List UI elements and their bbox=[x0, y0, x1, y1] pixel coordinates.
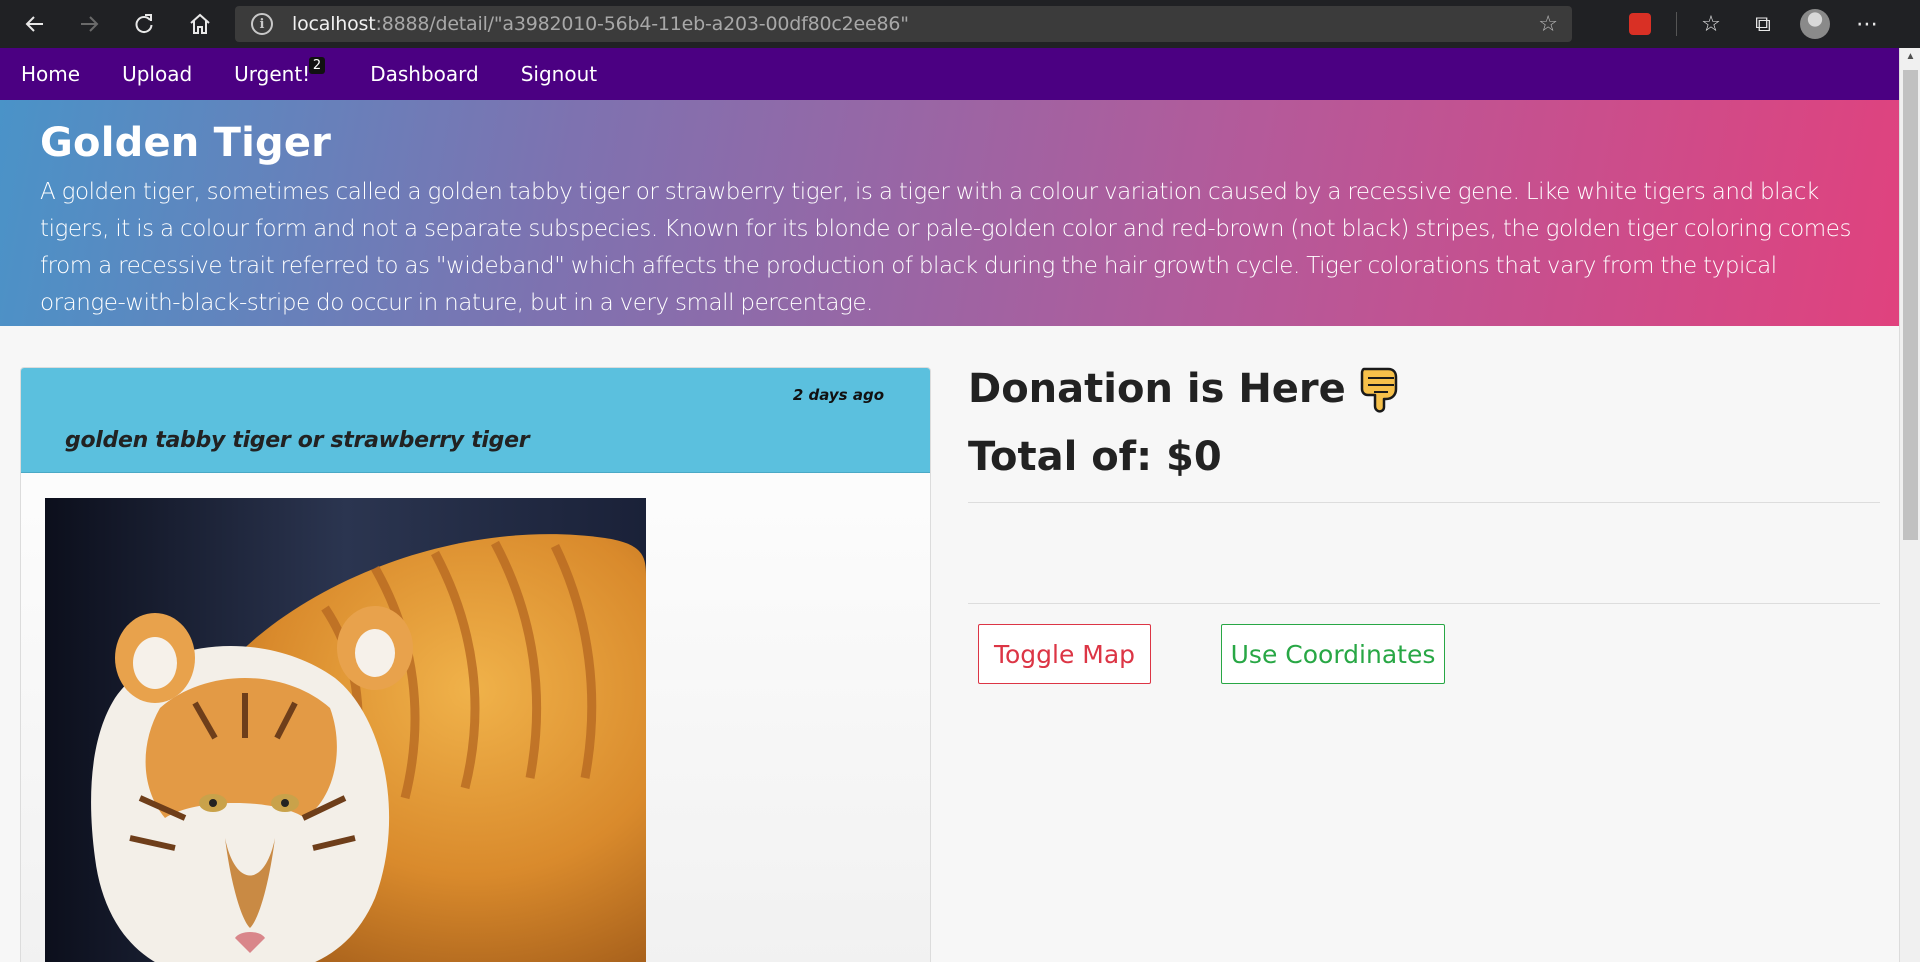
nav-dashboard[interactable]: Dashboard bbox=[370, 62, 479, 86]
page-description: A golden tiger, sometimes called a golde… bbox=[40, 179, 1851, 316]
scroll-up-icon[interactable]: ▲ bbox=[1900, 48, 1920, 66]
use-coordinates-button[interactable]: Use Coordinates bbox=[1221, 624, 1445, 684]
site-info-icon[interactable]: i bbox=[251, 13, 273, 35]
post-title: golden tabby tiger or strawberry tiger bbox=[65, 428, 530, 453]
donation-heading: Donation is Here bbox=[968, 365, 1400, 413]
url-host: localhost bbox=[292, 13, 376, 35]
scrollbar-thumb[interactable] bbox=[1903, 70, 1918, 540]
profile-avatar[interactable] bbox=[1795, 4, 1835, 44]
favorite-star-icon[interactable]: ☆ bbox=[1538, 11, 1558, 37]
collections-icon[interactable]: ⧉ bbox=[1743, 4, 1783, 44]
nav-home[interactable]: Home bbox=[21, 62, 80, 86]
refresh-icon[interactable] bbox=[127, 7, 161, 41]
toggle-map-button[interactable]: Toggle Map bbox=[978, 624, 1151, 684]
card-header: 2 days ago golden tabby tiger or strawbe… bbox=[21, 368, 930, 473]
post-timestamp: 2 days ago bbox=[792, 386, 884, 404]
back-icon[interactable] bbox=[18, 7, 52, 41]
main-navbar: Home Upload Urgent! 2 Dashboard Signout bbox=[0, 48, 1899, 100]
favorites-icon[interactable]: ☆ bbox=[1691, 4, 1731, 44]
post-card: 2 days ago golden tabby tiger or strawbe… bbox=[20, 367, 931, 962]
nav-upload[interactable]: Upload bbox=[122, 62, 192, 86]
donation-heading-text: Donation is Here bbox=[968, 366, 1346, 412]
toolbar-divider bbox=[1676, 12, 1677, 36]
nav-urgent-label: Urgent! bbox=[234, 62, 311, 86]
more-menu-icon[interactable]: ⋯ bbox=[1847, 4, 1887, 44]
url-path: :8888/detail/"a3982010-56b4-11eb-a203-00… bbox=[375, 13, 909, 35]
home-icon[interactable] bbox=[183, 7, 217, 41]
divider bbox=[968, 502, 1880, 503]
hero-banner: Golden Tiger A golden tiger, sometimes c… bbox=[0, 100, 1899, 326]
address-bar[interactable]: i localhost:8888/detail/"a3982010-56b4-1… bbox=[235, 6, 1572, 42]
forward-icon[interactable] bbox=[72, 7, 106, 41]
url-text: localhost:8888/detail/"a3982010-56b4-11e… bbox=[292, 13, 909, 35]
nav-urgent[interactable]: Urgent! 2 bbox=[234, 57, 326, 86]
browser-toolbar: i localhost:8888/detail/"a3982010-56b4-1… bbox=[0, 0, 1920, 48]
page-title: Golden Tiger bbox=[40, 120, 332, 166]
divider bbox=[968, 603, 1880, 604]
donation-total: Total of: $0 bbox=[968, 434, 1222, 480]
extension-icon[interactable] bbox=[1620, 4, 1660, 44]
nav-signout[interactable]: Signout bbox=[521, 62, 597, 86]
page-scrollbar[interactable]: ▲ bbox=[1899, 48, 1920, 962]
urgent-count-badge: 2 bbox=[308, 57, 326, 74]
browser-right-tools: ☆ ⧉ ⋯ bbox=[1620, 0, 1899, 48]
tiger-photo bbox=[45, 498, 646, 962]
pointing-down-finger-icon bbox=[1360, 367, 1398, 413]
